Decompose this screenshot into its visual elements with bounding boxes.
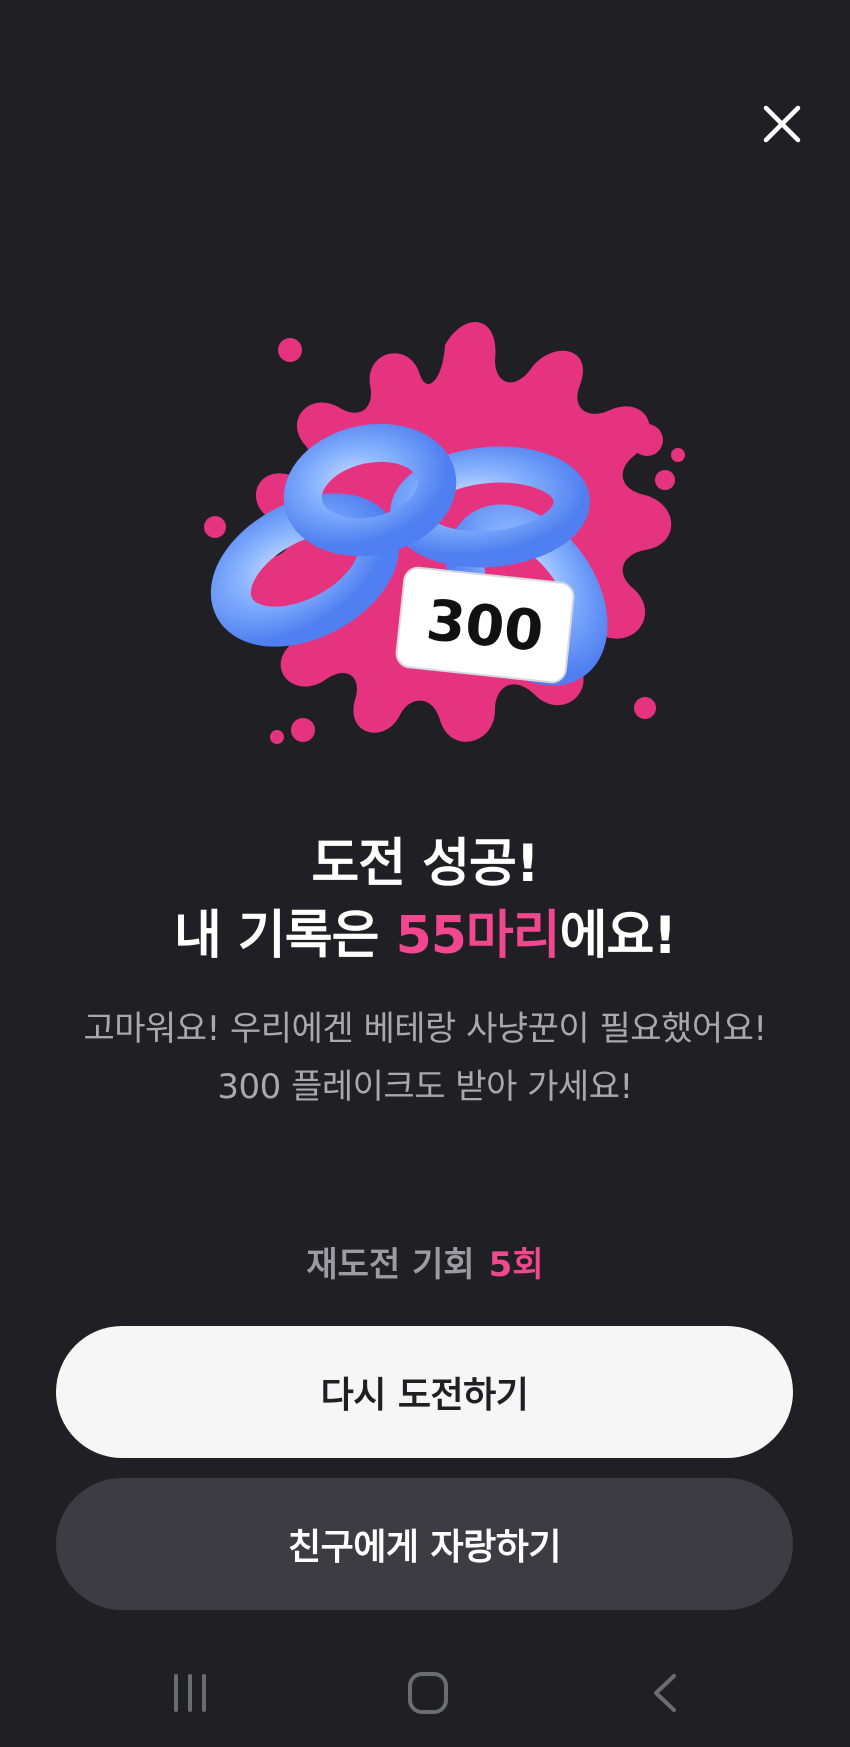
close-button[interactable] <box>754 96 810 152</box>
blue-rings-splash-illustration: 300 <box>204 322 685 744</box>
result-title: 도전 성공! 내 기록은 55마리에요! <box>0 828 850 972</box>
retry-chances: 재도전 기회 5회 <box>0 1240 850 1290</box>
system-nav-bar <box>0 1640 850 1747</box>
svg-text:300: 300 <box>423 588 546 665</box>
home-button[interactable] <box>398 1668 458 1718</box>
message-line-1: 고마워요! 우리에겐 베테랑 사냥꾼이 필요했어요! <box>83 1009 767 1049</box>
recent-apps-icon <box>174 1674 206 1712</box>
recent-apps-button[interactable] <box>160 1668 220 1718</box>
retry-button[interactable]: 다시 도전하기 <box>56 1326 793 1458</box>
back-icon <box>654 1674 676 1712</box>
home-icon <box>408 1672 448 1714</box>
title-line-1: 도전 성공! <box>311 834 539 894</box>
title-line-2: 내 기록은 55마리에요! <box>0 900 850 972</box>
back-button[interactable] <box>636 1668 696 1718</box>
retry-label: 재도전 기회 <box>306 1245 475 1285</box>
record-count: 55마리 <box>395 906 561 966</box>
share-button[interactable]: 친구에게 자랑하기 <box>56 1478 793 1610</box>
retry-count: 5회 <box>488 1245 544 1285</box>
title-suffix: 에요! <box>559 906 677 966</box>
score-badge: 300 <box>395 566 575 684</box>
title-prefix: 내 기록은 <box>173 906 396 966</box>
close-icon <box>763 105 801 143</box>
result-message: 고마워요! 우리에겐 베테랑 사냥꾼이 필요했어요! 300 플레이크도 받아 … <box>0 1000 850 1116</box>
message-line-2: 300 플레이크도 받아 가세요! <box>217 1067 633 1107</box>
hero-illustration: 300 <box>195 290 695 790</box>
